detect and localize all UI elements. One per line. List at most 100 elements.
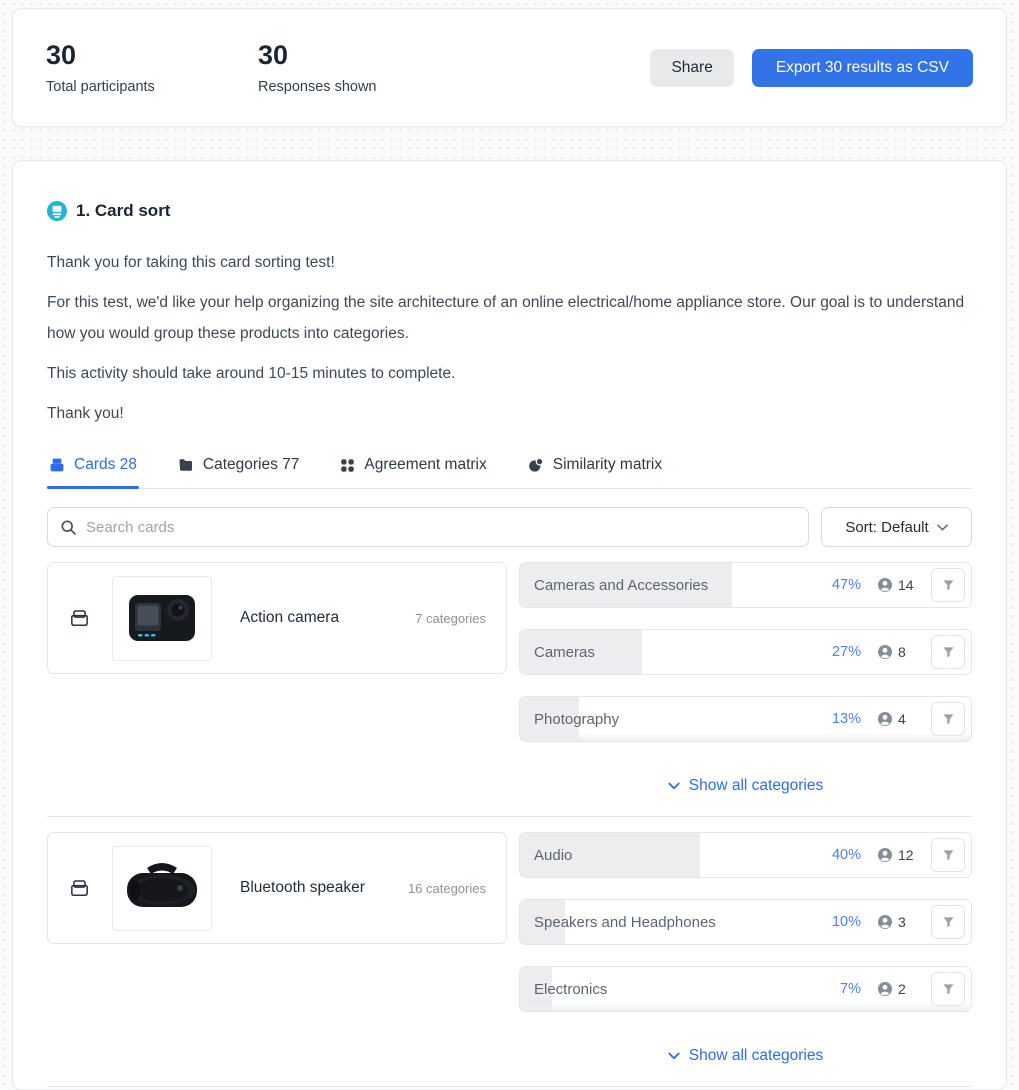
card-name: Action camera [240,609,340,626]
stat-label: Responses shown [258,78,377,95]
category-percent: 7% [840,981,861,997]
cards-icon [49,457,65,473]
chevron-down-icon [668,1052,680,1060]
category-percent: 27% [831,644,861,660]
share-button[interactable]: Share [650,48,734,87]
category-percent: 40% [831,847,861,863]
person-icon [877,981,893,997]
card-result-row: Bluetooth speaker 16 categories Audio 40… [47,832,972,1065]
search-box[interactable] [47,507,809,547]
participant-count: 3 [898,914,906,930]
category-participants: 4 [877,711,923,727]
chevron-down-icon [668,782,680,790]
search-cards-input[interactable] [86,518,796,536]
stat-label: Total participants [46,78,155,95]
search-icon [60,519,77,536]
category-row: Cameras 27% 8 [519,629,972,675]
category-percent: 47% [831,577,861,593]
stat-total-participants: 30 Total participants [46,40,258,94]
person-icon [877,711,893,727]
category-participants: 2 [877,981,923,997]
card-sort-badge-icon [47,201,67,221]
category-label: Speakers and Headphones [534,913,716,931]
tab-label: Cards 28 [74,456,137,473]
stat-value: 30 [258,40,289,71]
category-participants: 3 [877,914,923,930]
tab-label: Similarity matrix [552,456,663,473]
folder-icon [178,457,194,473]
agreement-matrix-icon [340,458,355,473]
card-category-count: 7 categories [415,610,486,626]
tab-label: Agreement matrix [364,456,487,473]
participant-count: 2 [898,981,906,997]
category-row: Cameras and Accessories 47% 14 [519,562,972,608]
category-row: Audio 40% 12 [519,832,972,878]
filter-button[interactable] [931,568,965,602]
category-label: Cameras and Accessories [534,576,709,594]
product-image [112,575,212,661]
instructions-paragraph: Thank you for taking this card sorting t… [47,254,335,271]
card-rows: Action camera 7 categories Cameras and A… [47,562,972,1087]
sort-dropdown[interactable]: Sort: Default [821,507,972,547]
show-all-categories-link[interactable]: Show all categories [519,1047,972,1065]
category-participants: 12 [877,847,923,863]
category-row: Speakers and Headphones 10% 3 [519,899,972,945]
filter-button[interactable] [931,838,965,872]
category-participants: 8 [877,644,923,660]
participant-count: 12 [898,847,914,863]
tab-label: Categories 77 [202,456,300,473]
divider [47,1086,972,1087]
similarity-matrix-icon [528,457,544,473]
person-icon [877,914,893,930]
tab-agreement-matrix[interactable]: Agreement matrix [338,456,488,488]
category-participants: 14 [877,577,923,593]
results-tabs: Cards 28 Categories 77 Agreement matrix [47,456,972,489]
category-label: Audio [534,846,573,864]
tab-categories[interactable]: Categories 77 [176,456,302,488]
category-label: Electronics [534,980,608,998]
stat-value: 30 [46,40,77,71]
product-image [112,845,212,931]
toolbar: Sort: Default [47,507,972,547]
show-all-label: Show all categories [688,1047,824,1064]
instructions-paragraph: For this test, we'd like your help organ… [47,294,965,342]
show-all-categories-link[interactable]: Show all categories [519,777,972,795]
person-icon [877,644,893,660]
category-percent: 13% [831,711,861,727]
person-icon [877,577,893,593]
bluetooth-speaker-image [123,860,201,916]
tab-cards[interactable]: Cards 28 [47,456,139,489]
participant-count: 4 [898,711,906,727]
category-label: Photography [534,710,620,728]
stats-bar: 30 Total participants 30 Responses shown… [12,8,1007,127]
participant-count: 14 [898,577,914,593]
section-heading: 1. Card sort [47,201,972,221]
product-panel: Bluetooth speaker 16 categories [47,832,507,944]
category-percent: 10% [831,914,861,930]
category-label: Cameras [534,643,595,661]
card-sort-section: 1. Card sort Thank you for taking this c… [12,160,1007,1090]
section-title: 1. Card sort [76,201,171,220]
card-result-row: Action camera 7 categories Cameras and A… [47,562,972,795]
sort-label: Sort: Default [845,518,929,536]
category-list: Cameras and Accessories 47% 14 Cameras 2… [519,562,972,795]
export-csv-button[interactable]: Export 30 results as CSV [751,48,973,87]
instructions-paragraph: Thank you! [47,405,124,422]
show-all-label: Show all categories [688,777,824,794]
product-panel: Action camera 7 categories [47,562,507,674]
filter-button[interactable] [931,702,965,736]
card-icon [68,607,91,630]
category-row: Electronics 7% 2 [519,966,972,1012]
card-name: Bluetooth speaker [240,879,365,896]
card-category-count: 16 categories [407,880,486,896]
filter-button[interactable] [931,905,965,939]
divider [47,816,972,817]
filter-button[interactable] [931,972,965,1006]
person-icon [877,847,893,863]
instructions-paragraph: This activity should take around 10-15 m… [47,365,456,382]
chevron-down-icon [936,523,948,531]
action-camera-image [126,591,198,645]
category-list: Audio 40% 12 Speakers and Headphones 10% [519,832,972,1065]
filter-button[interactable] [931,635,965,669]
tab-similarity-matrix[interactable]: Similarity matrix [526,456,664,488]
